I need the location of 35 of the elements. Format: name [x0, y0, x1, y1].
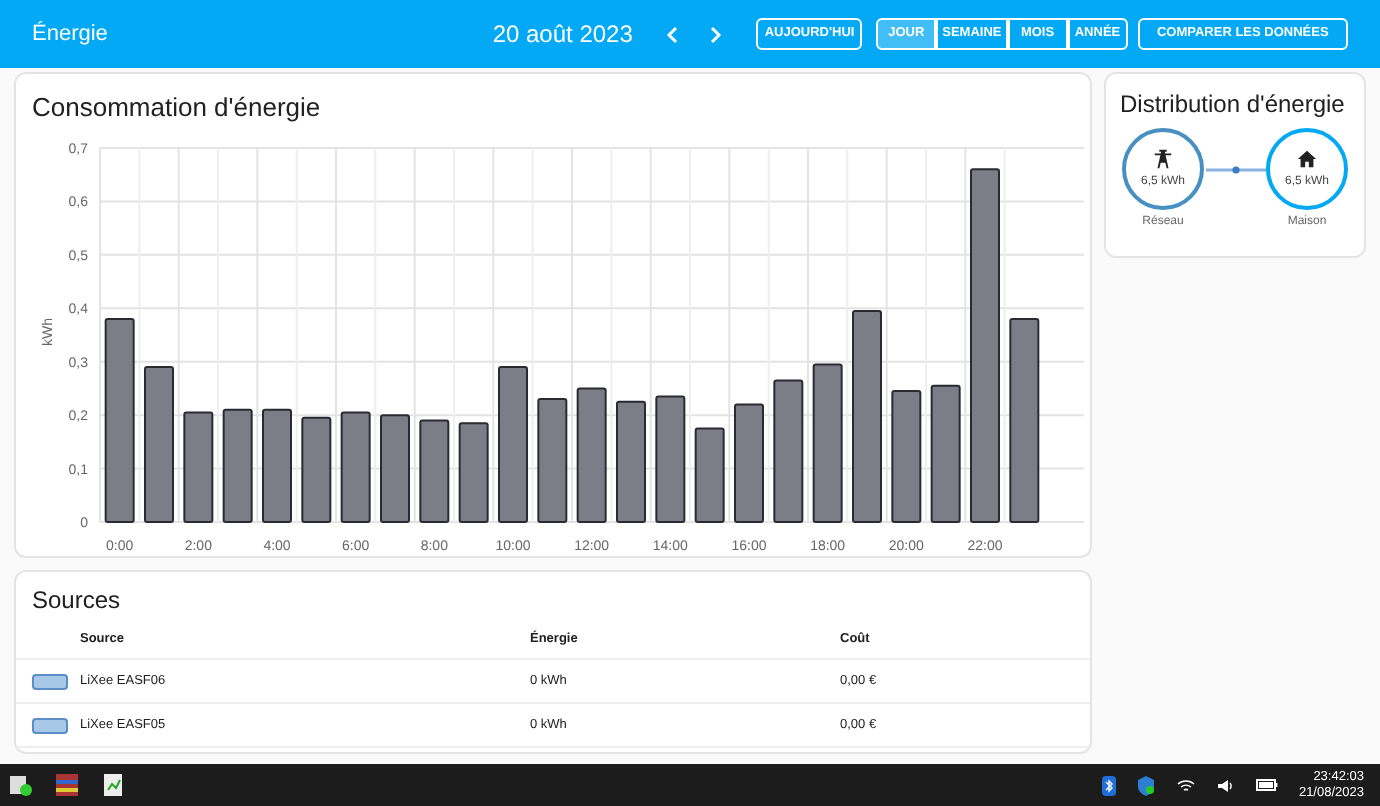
chart-bar	[301, 416, 332, 523]
chart-bar	[380, 414, 410, 523]
chart-bar	[340, 411, 371, 523]
chart-bar	[930, 384, 961, 523]
chart-bar	[537, 398, 568, 523]
chart-bar	[262, 408, 292, 523]
transmission-tower-icon	[1152, 147, 1174, 169]
chart-bar	[655, 395, 686, 523]
shield-icon	[1136, 775, 1157, 795]
speaker-icon	[1216, 777, 1237, 793]
bluetooth-icon	[1102, 775, 1117, 795]
archive-app-icon	[54, 772, 80, 798]
date-label: 20 août 2023	[492, 18, 633, 52]
chart-bar	[576, 387, 607, 523]
chart-bar	[773, 379, 804, 523]
app-icon	[8, 772, 34, 798]
chevron-left-icon	[665, 25, 678, 43]
card-title: Distribution d'énergie	[1120, 92, 1347, 116]
chart-bar	[458, 422, 489, 523]
chart-bar	[616, 400, 646, 523]
card-title: Sources	[30, 584, 123, 612]
chart-bar	[222, 408, 253, 523]
document-app-icon	[100, 772, 126, 798]
flow-line	[1205, 166, 1265, 174]
card-title: Consommation d'énergie	[32, 94, 323, 120]
battery-icon	[1256, 778, 1279, 792]
chart-bar	[694, 427, 725, 523]
wifi-icon	[1176, 777, 1197, 793]
page-title: Énergie	[32, 19, 110, 50]
house-icon	[1296, 147, 1318, 169]
chart-bar	[734, 403, 764, 523]
chart-bar	[891, 390, 922, 523]
chart-bar	[183, 411, 214, 523]
chevron-right-icon	[710, 25, 723, 43]
chart-bar	[419, 419, 450, 523]
